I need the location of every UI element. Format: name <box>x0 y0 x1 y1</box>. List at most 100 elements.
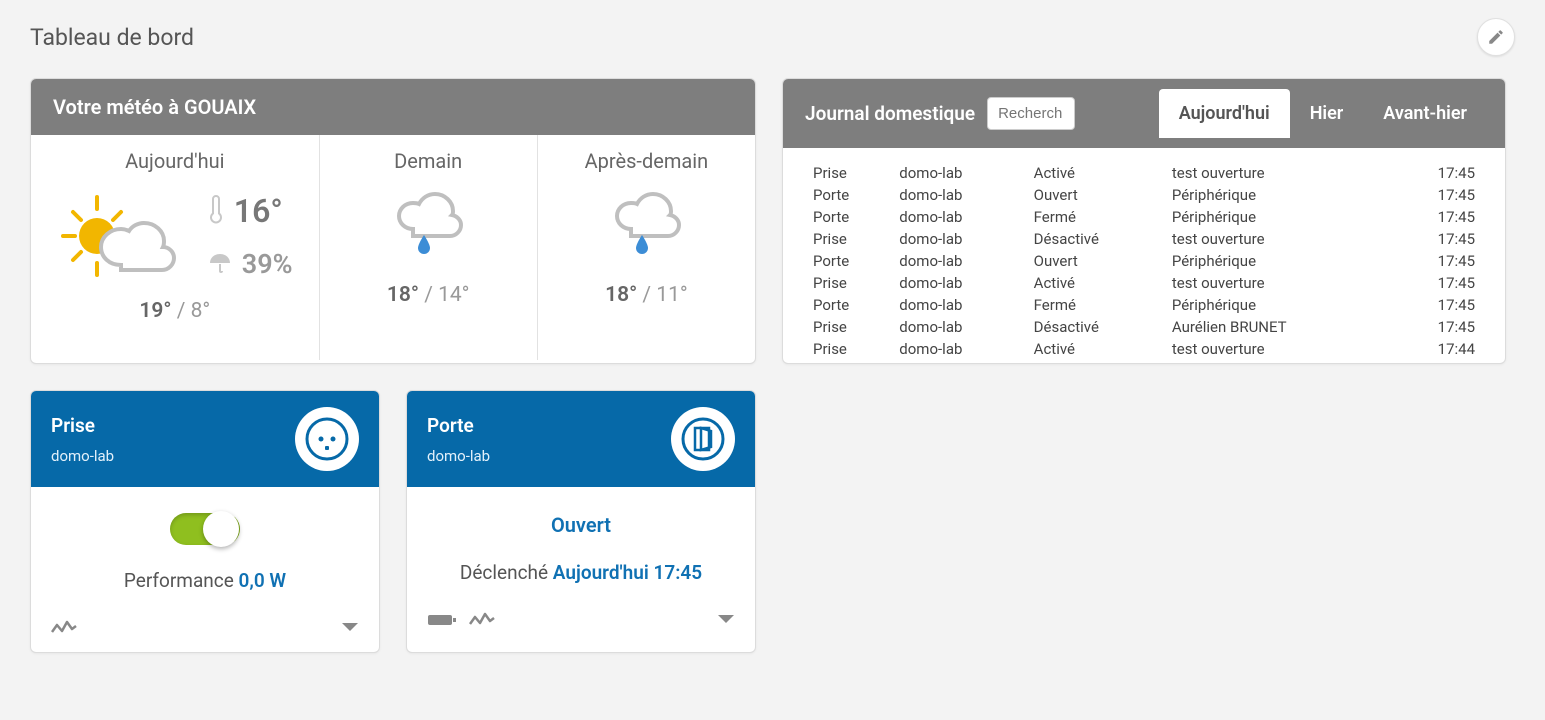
log-cell: Activé <box>1028 272 1166 294</box>
day-after-lo: 11° <box>656 283 687 307</box>
log-cell: 17:44 <box>1393 338 1481 360</box>
door-title: Porte <box>427 414 490 437</box>
log-cell: Fermé <box>1028 206 1166 228</box>
log-cell: Périphérique <box>1166 250 1393 272</box>
day-after-label: Après-demain <box>585 149 709 173</box>
log-cell: domo-lab <box>893 316 1027 338</box>
log-cell: Aurélien BRUNET <box>1166 316 1393 338</box>
log-cell: Prise <box>807 162 893 184</box>
log-card: Journal domestique Aujourd'hui Hier Avan… <box>782 78 1506 364</box>
log-cell: Périphérique <box>1166 206 1393 228</box>
current-temp: 16° <box>234 192 283 230</box>
thermometer-icon <box>208 195 224 227</box>
log-cell: 17:45 <box>1393 272 1481 294</box>
log-cell: Désactivé <box>1028 316 1166 338</box>
tomorrow-hi: 18° <box>387 283 419 307</box>
log-cell: test ouverture <box>1166 338 1393 360</box>
log-cell: domo-lab <box>893 162 1027 184</box>
day-after-hi: 18° <box>605 283 637 307</box>
log-cell: Fermé <box>1028 294 1166 316</box>
door-state: Ouvert <box>551 513 611 537</box>
log-cell: 17:45 <box>1393 250 1481 272</box>
log-cell: domo-lab <box>893 338 1027 360</box>
log-cell: Prise <box>807 272 893 294</box>
log-cell: domo-lab <box>893 272 1027 294</box>
log-row[interactable]: Portedomo-labFerméPériphérique17:45 <box>807 294 1481 316</box>
log-cell: domo-lab <box>893 206 1027 228</box>
log-cell: Activé <box>1028 338 1166 360</box>
log-cell: Activé <box>1028 162 1166 184</box>
log-row[interactable]: Prisedomo-labActivétest ouverture17:45 <box>807 162 1481 184</box>
log-row[interactable]: Prisedomo-labActivétest ouverture17:44 <box>807 338 1481 360</box>
log-cell: Ouvert <box>1028 184 1166 206</box>
tomorrow-label: Demain <box>394 149 462 173</box>
log-cell: test ouverture <box>1166 228 1393 250</box>
today-label: Aujourd'hui <box>57 149 293 173</box>
edit-button[interactable] <box>1477 18 1515 56</box>
trigger-label: Déclenché <box>460 561 548 584</box>
outlet-icon <box>295 407 359 471</box>
weather-tomorrow: Demain 18° / 14° <box>319 135 537 360</box>
log-cell: Désactivé <box>1028 228 1166 250</box>
log-cell: Périphérique <box>1166 294 1393 316</box>
chevron-down-icon[interactable] <box>341 622 359 634</box>
door-sub: domo-lab <box>427 447 490 465</box>
outlet-card: Prise domo-lab Performance 0,0 W <box>30 390 380 653</box>
log-row[interactable]: Prisedomo-labDésactivéAurélien BRUNET17:… <box>807 316 1481 338</box>
outlet-title: Prise <box>51 414 114 437</box>
log-cell: Périphérique <box>1166 184 1393 206</box>
log-cell: 17:45 <box>1393 162 1481 184</box>
door-icon <box>671 407 735 471</box>
log-search-input[interactable] <box>987 97 1075 130</box>
log-cell: Prise <box>807 338 893 360</box>
humidity: 39% <box>242 248 293 280</box>
activity-icon[interactable] <box>469 612 495 628</box>
weather-title: Votre météo à GOUAIX <box>31 79 755 135</box>
weather-today: Aujourd'hui <box>31 135 319 360</box>
chevron-down-icon[interactable] <box>717 614 735 626</box>
battery-icon[interactable] <box>427 612 457 628</box>
log-cell: domo-lab <box>893 184 1027 206</box>
sun-cloud-icon <box>57 191 177 281</box>
log-cell: domo-lab <box>893 250 1027 272</box>
weather-day-after: Après-demain 18° / 11° <box>537 135 755 360</box>
page-title: Tableau de bord <box>30 24 194 51</box>
tomorrow-lo: 14° <box>438 283 469 307</box>
pencil-icon <box>1487 28 1505 46</box>
outlet-toggle[interactable] <box>170 513 240 545</box>
log-cell: domo-lab <box>893 228 1027 250</box>
log-cell: test ouverture <box>1166 162 1393 184</box>
log-title: Journal domestique <box>805 102 975 125</box>
log-cell: 17:45 <box>1393 184 1481 206</box>
log-cell: Porte <box>807 206 893 228</box>
tab-yesterday[interactable]: Hier <box>1290 89 1364 138</box>
log-row[interactable]: Portedomo-labFerméPériphérique17:45 <box>807 206 1481 228</box>
activity-icon[interactable] <box>51 620 77 636</box>
door-card: Porte domo-lab Ouvert Déclenché Aujourd'… <box>406 390 756 653</box>
log-cell: 17:45 <box>1393 206 1481 228</box>
cloud-rain-icon <box>388 185 468 265</box>
today-lo: 8° <box>191 299 211 323</box>
log-cell: Prise <box>807 228 893 250</box>
log-cell: Porte <box>807 294 893 316</box>
umbrella-icon <box>208 252 232 276</box>
tab-before[interactable]: Avant-hier <box>1363 89 1487 138</box>
log-cell: domo-lab <box>893 294 1027 316</box>
today-hi: 19° <box>139 299 171 323</box>
log-row[interactable]: Prisedomo-labActivétest ouverture17:45 <box>807 272 1481 294</box>
log-row[interactable]: Portedomo-labOuvertPériphérique17:45 <box>807 184 1481 206</box>
log-row[interactable]: Prisedomo-labDésactivétest ouverture17:4… <box>807 228 1481 250</box>
log-cell: Prise <box>807 316 893 338</box>
trigger-value: Aujourd'hui 17:45 <box>553 561 702 584</box>
log-body[interactable]: Prisedomo-labActivétest ouverture17:45Po… <box>783 148 1505 363</box>
log-cell: Ouvert <box>1028 250 1166 272</box>
outlet-sub: domo-lab <box>51 447 114 465</box>
tab-today[interactable]: Aujourd'hui <box>1159 89 1290 138</box>
perf-value: 0,0 W <box>239 569 287 592</box>
log-row[interactable]: Portedomo-labOuvertPériphérique17:45 <box>807 250 1481 272</box>
cloud-rain-icon <box>606 185 686 265</box>
log-cell: 17:45 <box>1393 294 1481 316</box>
perf-label: Performance <box>124 569 234 592</box>
log-cell: 17:45 <box>1393 228 1481 250</box>
weather-card: Votre météo à GOUAIX Aujourd'hui <box>30 78 756 364</box>
